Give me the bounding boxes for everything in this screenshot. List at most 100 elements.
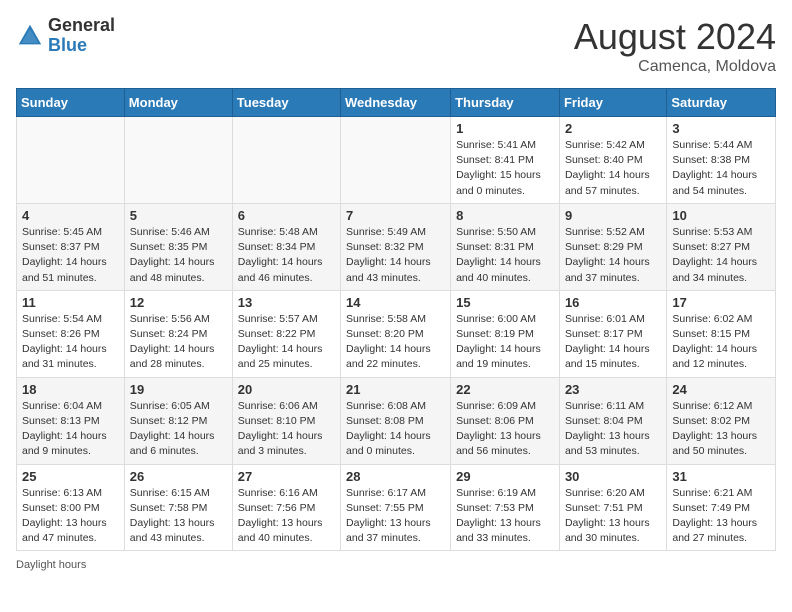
calendar-cell: 21Sunrise: 6:08 AM Sunset: 8:08 PM Dayli…	[341, 377, 451, 464]
day-info: Sunrise: 6:06 AM Sunset: 8:10 PM Dayligh…	[238, 399, 335, 460]
logo-blue-text: Blue	[48, 36, 115, 56]
calendar-cell: 16Sunrise: 6:01 AM Sunset: 8:17 PM Dayli…	[559, 290, 666, 377]
day-info: Sunrise: 6:02 AM Sunset: 8:15 PM Dayligh…	[672, 312, 770, 373]
day-info: Sunrise: 5:44 AM Sunset: 8:38 PM Dayligh…	[672, 138, 770, 199]
day-of-week-thursday: Thursday	[451, 89, 560, 117]
calendar-cell: 8 Sunrise: 5:50 AM Sunset: 8:31 PM Daylig…	[451, 203, 560, 290]
day-info: Sunrise: 5:52 AM Sunset: 8:29 PM Dayligh…	[565, 225, 661, 286]
calendar-cell	[341, 117, 451, 204]
day-number: 15	[456, 295, 554, 310]
day-number: 7	[346, 208, 445, 223]
day-info: Sunrise: 6:04 AM Sunset: 8:13 PM Dayligh…	[22, 399, 119, 460]
day-number: 23	[565, 382, 661, 397]
calendar-cell: 10 Sunrise: 5:53 AM Sunset: 8:27 PM Dayli…	[667, 203, 776, 290]
calendar-cell	[17, 117, 125, 204]
day-info: Sunrise: 5:53 AM Sunset: 8:27 PM Dayligh…	[672, 225, 770, 286]
calendar-cell: 7 Sunrise: 5:49 AM Sunset: 8:32 PM Daylig…	[341, 203, 451, 290]
day-info: Sunrise: 6:11 AM Sunset: 8:04 PM Dayligh…	[565, 399, 661, 460]
day-info: Sunrise: 6:17 AM Sunset: 7:55 PM Dayligh…	[346, 486, 445, 547]
calendar-cell: 15 Sunrise: 6:00 AM Sunset: 8:19 PM Dayli…	[451, 290, 560, 377]
day-number: 1	[456, 121, 554, 136]
days-of-week-row: SundayMondayTuesdayWednesdayThursdayFrid…	[17, 89, 776, 117]
day-info: Sunrise: 6:16 AM Sunset: 7:56 PM Dayligh…	[238, 486, 335, 547]
day-number: 28	[346, 469, 445, 484]
day-info: Sunrise: 5:48 AM Sunset: 8:34 PM Dayligh…	[238, 225, 335, 286]
day-info: Sunrise: 6:12 AM Sunset: 8:02 PM Dayligh…	[672, 399, 770, 460]
day-info: Sunrise: 6:21 AM Sunset: 7:49 PM Dayligh…	[672, 486, 770, 547]
calendar-cell: 23 Sunrise: 6:11 AM Sunset: 8:04 PM Dayli…	[559, 377, 666, 464]
day-number: 31	[672, 469, 770, 484]
calendar-cell: 25 Sunrise: 6:13 AM Sunset: 8:00 PM Dayli…	[17, 464, 125, 551]
day-number: 5	[130, 208, 227, 223]
day-of-week-wednesday: Wednesday	[341, 89, 451, 117]
day-number: 27	[238, 469, 335, 484]
day-number: 25	[22, 469, 119, 484]
day-number: 10	[672, 208, 770, 223]
day-number: 9	[565, 208, 661, 223]
day-info: Sunrise: 6:09 AM Sunset: 8:06 PM Dayligh…	[456, 399, 554, 460]
day-info: Sunrise: 5:57 AM Sunset: 8:22 PM Dayligh…	[238, 312, 335, 373]
day-info: Sunrise: 6:05 AM Sunset: 8:12 PM Dayligh…	[130, 399, 227, 460]
day-info: Sunrise: 5:58 AM Sunset: 8:20 PM Dayligh…	[346, 312, 445, 373]
day-number: 11	[22, 295, 119, 310]
calendar-cell: 9 Sunrise: 5:52 AM Sunset: 8:29 PM Daylig…	[559, 203, 666, 290]
calendar-cell: 2Sunrise: 5:42 AM Sunset: 8:40 PM Daylig…	[559, 117, 666, 204]
day-number: 8	[456, 208, 554, 223]
calendar-cell: 1Sunrise: 5:41 AM Sunset: 8:41 PM Daylig…	[451, 117, 560, 204]
day-number: 21	[346, 382, 445, 397]
day-of-week-sunday: Sunday	[17, 89, 125, 117]
day-number: 24	[672, 382, 770, 397]
day-info: Sunrise: 6:19 AM Sunset: 7:53 PM Dayligh…	[456, 486, 554, 547]
calendar-cell: 20 Sunrise: 6:06 AM Sunset: 8:10 PM Dayli…	[232, 377, 340, 464]
week-row-3: 11 Sunrise: 5:54 AM Sunset: 8:26 PM Dayli…	[17, 290, 776, 377]
day-number: 20	[238, 382, 335, 397]
day-number: 26	[130, 469, 227, 484]
calendar-cell: 6 Sunrise: 5:48 AM Sunset: 8:34 PM Daylig…	[232, 203, 340, 290]
calendar-cell: 28 Sunrise: 6:17 AM Sunset: 7:55 PM Dayli…	[341, 464, 451, 551]
calendar-cell: 26 Sunrise: 6:15 AM Sunset: 7:58 PM Dayli…	[124, 464, 232, 551]
day-of-week-friday: Friday	[559, 89, 666, 117]
day-info: Sunrise: 6:20 AM Sunset: 7:51 PM Dayligh…	[565, 486, 661, 547]
day-info: Sunrise: 6:15 AM Sunset: 7:58 PM Dayligh…	[130, 486, 227, 547]
calendar-cell: 4Sunrise: 5:45 AM Sunset: 8:37 PM Daylig…	[17, 203, 125, 290]
day-info: Sunrise: 6:01 AM Sunset: 8:17 PM Dayligh…	[565, 312, 661, 373]
calendar-cell: 29 Sunrise: 6:19 AM Sunset: 7:53 PM Dayli…	[451, 464, 560, 551]
title-area: August 2024 Camenca, Moldova	[574, 16, 776, 76]
day-number: 6	[238, 208, 335, 223]
calendar-table: SundayMondayTuesdayWednesdayThursdayFrid…	[16, 88, 776, 551]
day-info: Sunrise: 5:50 AM Sunset: 8:31 PM Dayligh…	[456, 225, 554, 286]
day-info: Sunrise: 5:46 AM Sunset: 8:35 PM Dayligh…	[130, 225, 227, 286]
day-number: 4	[22, 208, 119, 223]
day-of-week-monday: Monday	[124, 89, 232, 117]
location-subtitle: Camenca, Moldova	[574, 58, 776, 76]
week-row-4: 18 Sunrise: 6:04 AM Sunset: 8:13 PM Dayli…	[17, 377, 776, 464]
logo-general-text: General	[48, 16, 115, 36]
calendar-cell: 27 Sunrise: 6:16 AM Sunset: 7:56 PM Dayli…	[232, 464, 340, 551]
day-number: 22	[456, 382, 554, 397]
calendar-cell: 12Sunrise: 5:56 AM Sunset: 8:24 PM Dayli…	[124, 290, 232, 377]
calendar-cell: 11 Sunrise: 5:54 AM Sunset: 8:26 PM Dayli…	[17, 290, 125, 377]
logo-icon	[16, 22, 44, 50]
calendar-cell: 24 Sunrise: 6:12 AM Sunset: 8:02 PM Dayli…	[667, 377, 776, 464]
day-number: 18	[22, 382, 119, 397]
calendar-cell: 30Sunrise: 6:20 AM Sunset: 7:51 PM Dayli…	[559, 464, 666, 551]
day-info: Sunrise: 5:54 AM Sunset: 8:26 PM Dayligh…	[22, 312, 119, 373]
day-number: 29	[456, 469, 554, 484]
calendar-cell: 18 Sunrise: 6:04 AM Sunset: 8:13 PM Dayli…	[17, 377, 125, 464]
day-of-week-tuesday: Tuesday	[232, 89, 340, 117]
day-info: Sunrise: 6:13 AM Sunset: 8:00 PM Dayligh…	[22, 486, 119, 547]
footer-note: Daylight hours	[16, 559, 776, 571]
day-info: Sunrise: 5:56 AM Sunset: 8:24 PM Dayligh…	[130, 312, 227, 373]
day-number: 17	[672, 295, 770, 310]
day-number: 3	[672, 121, 770, 136]
day-number: 2	[565, 121, 661, 136]
logo-text: General Blue	[48, 16, 115, 56]
day-number: 19	[130, 382, 227, 397]
day-number: 14	[346, 295, 445, 310]
calendar-cell: 13Sunrise: 5:57 AM Sunset: 8:22 PM Dayli…	[232, 290, 340, 377]
calendar-cell: 19 Sunrise: 6:05 AM Sunset: 8:12 PM Dayli…	[124, 377, 232, 464]
day-info: Sunrise: 5:49 AM Sunset: 8:32 PM Dayligh…	[346, 225, 445, 286]
day-info: Sunrise: 6:00 AM Sunset: 8:19 PM Dayligh…	[456, 312, 554, 373]
calendar-cell: 3 Sunrise: 5:44 AM Sunset: 8:38 PM Daylig…	[667, 117, 776, 204]
calendar-cell: 31 Sunrise: 6:21 AM Sunset: 7:49 PM Dayli…	[667, 464, 776, 551]
